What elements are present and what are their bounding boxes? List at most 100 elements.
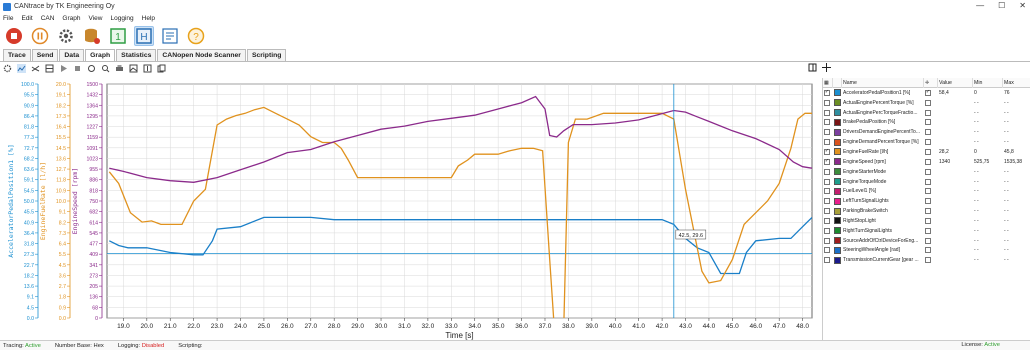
signal-color-swatch[interactable]: [834, 217, 841, 225]
col-max[interactable]: Max: [1003, 78, 1030, 88]
signal-row[interactable]: ✓ AcceleratorPedalPosition1 [%] ✓ 58,4 0 76: [823, 88, 1030, 98]
signal-cursor-checkbox[interactable]: [925, 109, 931, 116]
multi-line-button[interactable]: [31, 64, 40, 73]
signal-enable-checkbox[interactable]: [824, 217, 830, 224]
signal-row[interactable]: ActualEnginePercentTorque [%] - - - -: [823, 98, 1030, 108]
tab-trace[interactable]: Trace: [3, 49, 31, 61]
signal-enable-checkbox[interactable]: [824, 109, 830, 116]
signal-cursor-checkbox[interactable]: [925, 99, 931, 106]
export-button[interactable]: [143, 64, 152, 73]
settings-button[interactable]: [56, 26, 76, 46]
signal-enable-checkbox[interactable]: ✓: [824, 148, 830, 155]
tab-statistics[interactable]: Statistics: [116, 49, 157, 61]
signal-enable-checkbox[interactable]: [824, 198, 830, 205]
minimize-button[interactable]: —: [976, 1, 984, 10]
col-name[interactable]: Name: [842, 78, 924, 88]
signal-row[interactable]: EngineDemandPercentTorque [%] - - - -: [823, 137, 1030, 147]
signal-enable-checkbox[interactable]: [824, 188, 830, 195]
signal-cursor-checkbox[interactable]: [925, 217, 931, 224]
signal-cursor-checkbox[interactable]: [925, 227, 931, 234]
signal-row[interactable]: ActualEnginePercTorqueFractio... - - - -: [823, 108, 1030, 118]
signal-enable-checkbox[interactable]: [824, 139, 830, 146]
signal-color-swatch[interactable]: [834, 227, 841, 235]
signal-color-swatch[interactable]: [834, 168, 841, 176]
menu-view[interactable]: View: [89, 15, 103, 22]
tab-scripting[interactable]: Scripting: [246, 49, 287, 61]
copy-button[interactable]: [157, 64, 166, 73]
signal-row[interactable]: FuelLevel1 [%] - - - -: [823, 186, 1030, 196]
signal-color-swatch[interactable]: [834, 138, 841, 146]
signal-color-swatch[interactable]: [834, 89, 841, 97]
form-button[interactable]: [160, 26, 180, 46]
signal-row[interactable]: ParkingBrakeSwitch - - - -: [823, 206, 1030, 216]
channel-1-button[interactable]: 1: [108, 26, 128, 46]
menu-file[interactable]: File: [3, 15, 13, 22]
signal-cursor-checkbox[interactable]: [925, 198, 931, 205]
col-min[interactable]: Min: [973, 78, 1003, 88]
signal-color-swatch[interactable]: [834, 256, 841, 264]
signal-enable-checkbox[interactable]: [824, 178, 830, 185]
pause-button[interactable]: [30, 26, 50, 46]
signal-color-swatch[interactable]: [834, 178, 841, 186]
signal-enable-checkbox[interactable]: ✓: [824, 89, 830, 96]
signal-cursor-checkbox[interactable]: [925, 119, 931, 126]
signal-enable-checkbox[interactable]: ✓: [824, 158, 830, 165]
signal-color-swatch[interactable]: [834, 109, 841, 117]
signal-cursor-checkbox[interactable]: [925, 148, 931, 155]
line-graph-button[interactable]: [17, 64, 26, 73]
signal-row[interactable]: ✓ EngineFuelRate [l/h] 28,2 0 45,8: [823, 147, 1030, 157]
stop-graph-button[interactable]: [73, 64, 82, 73]
signal-row[interactable]: EngineTorqueMode - - - -: [823, 177, 1030, 187]
signal-row[interactable]: SourceAddrOfCtrlDeviceForEng... - - - -: [823, 236, 1030, 246]
signal-row[interactable]: BrakePedalPosition [%] - - - -: [823, 118, 1030, 128]
signal-enable-checkbox[interactable]: [824, 247, 830, 254]
select-all-icon[interactable]: ▦: [823, 78, 833, 88]
maximize-button[interactable]: ☐: [998, 1, 1005, 10]
signal-enable-checkbox[interactable]: [824, 99, 830, 106]
signal-cursor-checkbox[interactable]: [925, 208, 931, 215]
signal-cursor-checkbox[interactable]: [925, 139, 931, 146]
signal-cursor-checkbox[interactable]: [925, 168, 931, 175]
signal-color-swatch[interactable]: [834, 207, 841, 215]
graph-settings-button[interactable]: [3, 64, 12, 73]
save-image-button[interactable]: [129, 64, 138, 73]
signal-row[interactable]: ✓ EngineSpeed [rpm] 1340 525,75 1535,38: [823, 157, 1030, 167]
tab-graph[interactable]: Graph: [85, 49, 116, 61]
help-button[interactable]: ?: [186, 26, 206, 46]
signal-enable-checkbox[interactable]: [824, 129, 830, 136]
close-button[interactable]: ✕: [1019, 1, 1026, 10]
signal-cursor-checkbox[interactable]: [925, 188, 931, 195]
signal-color-swatch[interactable]: [834, 99, 841, 107]
tab-canopen-node-scanner[interactable]: CANopen Node Scanner: [157, 49, 246, 61]
col-value[interactable]: Value: [938, 78, 973, 88]
signal-color-swatch[interactable]: [834, 118, 841, 126]
database-button[interactable]: [82, 26, 102, 46]
signal-cursor-checkbox[interactable]: [925, 129, 931, 136]
plot-canvas[interactable]: 19.0 20.0 21.0 22.0 23.0 24.0 25.0 26.0 27.0 28.0…: [0, 78, 818, 340]
refresh-button[interactable]: [87, 64, 96, 73]
signal-enable-checkbox[interactable]: [824, 227, 830, 234]
signal-enable-checkbox[interactable]: [824, 119, 830, 126]
signal-color-swatch[interactable]: [834, 158, 841, 166]
signal-row[interactable]: RightStopLight - - - -: [823, 216, 1030, 226]
signal-color-swatch[interactable]: [834, 128, 841, 136]
signal-row[interactable]: LeftTurnSignalLights - - - -: [823, 196, 1030, 206]
signal-cursor-checkbox[interactable]: [925, 158, 931, 165]
signal-cursor-checkbox[interactable]: [925, 178, 931, 185]
signal-enable-checkbox[interactable]: [824, 257, 830, 264]
signal-color-swatch[interactable]: [834, 148, 841, 156]
zoom-button[interactable]: [101, 64, 110, 73]
signal-color-swatch[interactable]: [834, 187, 841, 195]
menu-edit[interactable]: Edit: [21, 15, 32, 22]
signal-cursor-checkbox[interactable]: [925, 257, 931, 264]
signal-enable-checkbox[interactable]: [824, 208, 830, 215]
menu-logging[interactable]: Logging: [110, 15, 133, 22]
signal-row[interactable]: TransmissionCurrentGear [gear ... - - - -: [823, 255, 1030, 265]
signal-color-swatch[interactable]: [834, 197, 841, 205]
graph-plot[interactable]: 19.0 20.0 21.0 22.0 23.0 24.0 25.0 26.0 27.0 28.0…: [0, 78, 818, 340]
tab-send[interactable]: Send: [31, 49, 59, 61]
menu-help[interactable]: Help: [142, 15, 155, 22]
signal-color-swatch[interactable]: [834, 246, 841, 254]
hex-mode-button[interactable]: H: [134, 26, 154, 46]
signal-row[interactable]: RightTurnSignalLights - - - -: [823, 226, 1030, 236]
